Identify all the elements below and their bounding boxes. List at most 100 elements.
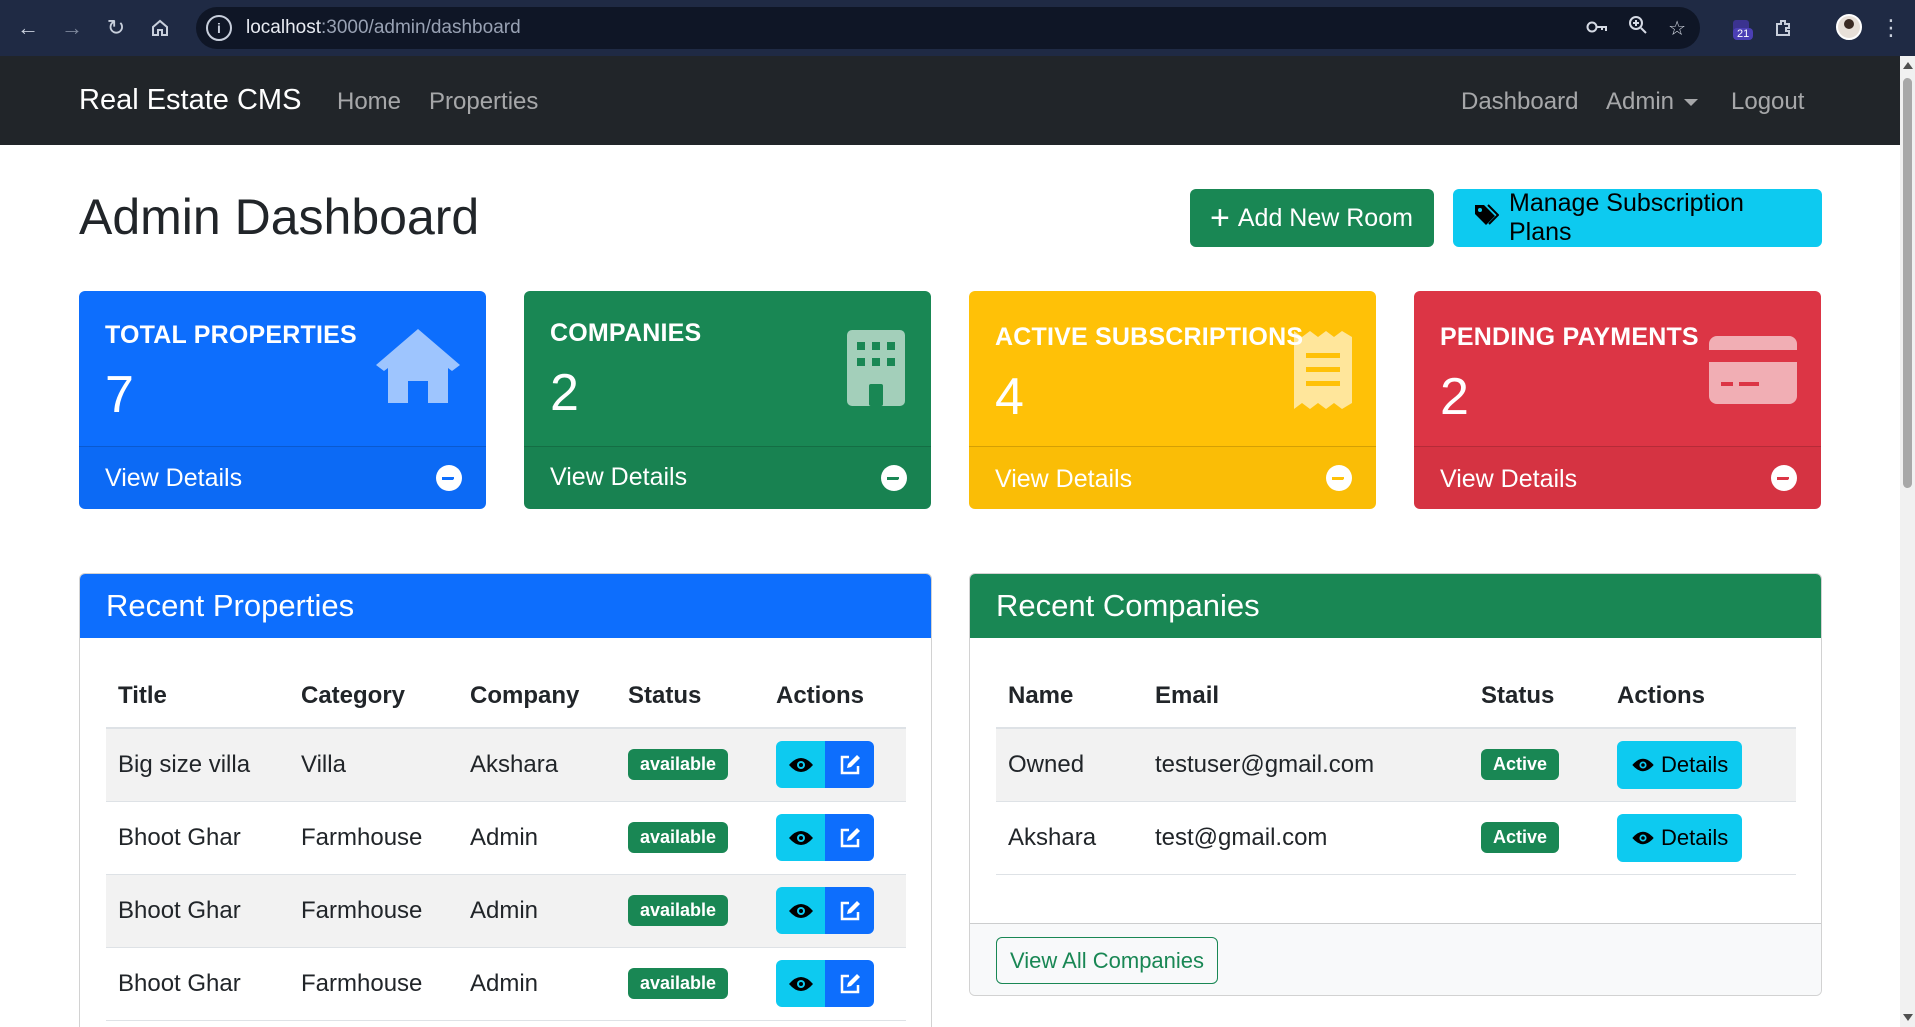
scroll-up-icon[interactable] (1903, 62, 1913, 69)
edit-button[interactable] (825, 741, 874, 789)
status-badge: available (628, 895, 729, 926)
status-badge: Active (1481, 749, 1560, 781)
eye-icon (788, 830, 813, 845)
property-company: Admin (458, 874, 616, 948)
table-row: Bhoot Ghar Farmhouse Admin available (106, 874, 906, 948)
browser-menu-icon[interactable]: ⋮ (1880, 8, 1902, 48)
edit-button[interactable] (825, 960, 874, 1007)
stat-footer[interactable]: View Details (969, 446, 1376, 509)
stat-footer[interactable]: View Details (1414, 446, 1821, 509)
edit-button[interactable] (825, 887, 874, 934)
nav-link-logout[interactable]: Logout (1731, 88, 1804, 116)
app-navbar: Real Estate CMS Home Properties Dashboar… (0, 56, 1900, 145)
extension-badge: 21 (1733, 28, 1754, 40)
receipt-icon (1294, 331, 1352, 414)
properties-table: Title Category Company Status Actions Bi… (106, 664, 906, 1021)
site-info-icon[interactable]: i (206, 15, 232, 41)
view-button[interactable] (776, 887, 825, 934)
property-category: Villa (289, 728, 458, 802)
arrow-circle-right-icon[interactable] (1326, 465, 1352, 491)
nav-dropdown-admin[interactable]: Admin (1606, 88, 1699, 116)
extensions-puzzle-icon[interactable] (1768, 8, 1798, 48)
home-icon[interactable] (138, 6, 182, 50)
details-button[interactable]: Details (1617, 740, 1743, 789)
table-row: Bhoot Ghar Farmhouse Admin available (106, 801, 906, 875)
edit-button[interactable] (825, 814, 874, 861)
property-category: Farmhouse (289, 947, 458, 1021)
view-details-link[interactable]: View Details (1440, 465, 1577, 494)
company-email: testuser@gmail.com (1143, 728, 1469, 802)
company-name: Owned (996, 728, 1143, 802)
edit-icon (840, 827, 860, 847)
view-details-link[interactable]: View Details (995, 465, 1132, 494)
column-header: Name (996, 664, 1143, 729)
browser-toolbar: ← → ↻ i localhost:3000/admin/dashboard ☆… (0, 0, 1915, 56)
company-email: test@gmail.com (1143, 801, 1469, 875)
url-text: localhost:3000/admin/dashboard (246, 17, 521, 38)
bookmark-star-icon[interactable]: ☆ (1668, 16, 1686, 41)
stat-title: ACTIVE SUBSCRIPTIONS (995, 323, 1304, 351)
credit-card-icon (1709, 336, 1797, 409)
card-footer: View All Companies (970, 923, 1821, 995)
page-title: Admin Dashboard (79, 189, 480, 245)
stat-footer[interactable]: View Details (524, 446, 931, 509)
scroll-down-icon[interactable] (1903, 1014, 1913, 1021)
table-row: Big size villa Villa Akshara available (106, 728, 906, 802)
property-title: Bhoot Ghar (106, 947, 289, 1021)
edit-icon (840, 754, 860, 774)
stat-title: TOTAL PROPERTIES (105, 321, 357, 349)
profile-avatar[interactable] (1836, 14, 1862, 40)
recent-companies-card: Recent Companies Name Email Status Actio… (969, 573, 1822, 996)
column-header: Title (106, 664, 289, 729)
house-icon (374, 327, 462, 410)
eye-icon (1632, 831, 1654, 844)
column-header: Company (458, 664, 616, 729)
details-button[interactable]: Details (1617, 813, 1743, 862)
back-icon[interactable]: ← (6, 6, 50, 50)
column-header: Actions (764, 664, 906, 729)
zoom-icon[interactable] (1628, 15, 1648, 41)
card-header: Recent Companies (970, 574, 1821, 638)
stat-value: 4 (995, 368, 1024, 426)
scrollbar-thumb[interactable] (1903, 78, 1912, 488)
forward-icon[interactable]: → (50, 6, 94, 50)
building-icon (847, 330, 905, 411)
nav-link-home[interactable]: Home (337, 88, 401, 116)
stat-card-companies: COMPANIES 2 View Details (524, 291, 931, 509)
view-button[interactable] (776, 960, 825, 1007)
add-new-room-button[interactable]: + Add New Room (1190, 189, 1434, 247)
navbar-brand[interactable]: Real Estate CMS (79, 84, 301, 117)
manage-subscription-plans-button[interactable]: Manage Subscription Plans (1453, 189, 1822, 247)
page-scrollbar[interactable] (1900, 56, 1915, 1027)
edit-icon (840, 973, 860, 993)
reload-icon[interactable]: ↻ (94, 6, 138, 50)
address-bar[interactable]: i localhost:3000/admin/dashboard ☆ (196, 7, 1700, 49)
stat-title: COMPANIES (550, 319, 702, 347)
view-all-companies-button[interactable]: View All Companies (996, 937, 1219, 984)
column-header: Email (1143, 664, 1469, 729)
view-button[interactable] (776, 814, 825, 861)
arrow-circle-right-icon[interactable] (1771, 465, 1797, 491)
property-title: Big size villa (106, 728, 289, 802)
table-row: Owned testuser@gmail.com Active Details (996, 728, 1796, 802)
property-title: Bhoot Ghar (106, 874, 289, 948)
arrow-circle-right-icon[interactable] (881, 465, 907, 491)
arrow-circle-right-icon[interactable] (436, 465, 462, 491)
nav-link-dashboard[interactable]: Dashboard (1461, 88, 1578, 116)
property-category: Farmhouse (289, 801, 458, 875)
column-header: Status (616, 664, 764, 729)
edit-icon (840, 900, 860, 920)
view-button[interactable] (776, 741, 825, 789)
password-key-icon[interactable] (1586, 17, 1608, 40)
stat-value: 7 (105, 366, 134, 424)
tags-icon (1473, 203, 1500, 234)
view-details-link[interactable]: View Details (550, 463, 687, 492)
eye-icon (788, 757, 813, 772)
company-name: Akshara (996, 801, 1143, 875)
stat-footer[interactable]: View Details (79, 446, 486, 509)
recent-properties-card: Recent Properties Title Category Company… (79, 573, 932, 1027)
view-details-link[interactable]: View Details (105, 464, 242, 493)
status-badge: available (628, 822, 729, 853)
nav-link-properties[interactable]: Properties (429, 88, 538, 116)
column-header: Actions (1605, 664, 1796, 729)
